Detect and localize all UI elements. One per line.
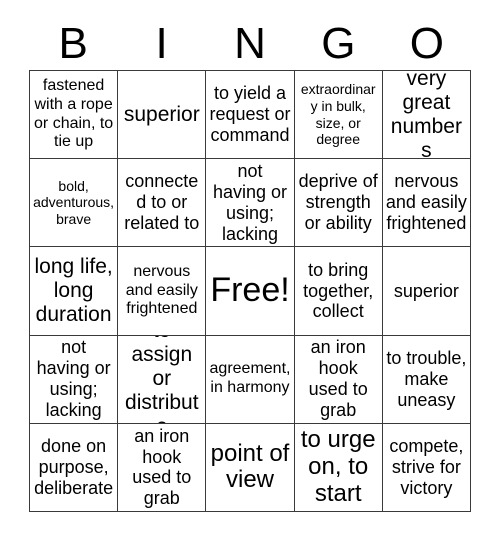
bingo-cell-text: to bring together, collect [303,259,374,322]
bingo-header-letter-b: B [58,19,88,68]
bingo-header-letter-n: N [234,19,266,68]
bingo-cell-g1[interactable]: extraordinary in bulk, size, or degree [294,71,383,160]
bingo-header-letter-i: I [155,19,168,68]
bingo-cell-i2[interactable]: connected to or related to [118,159,207,248]
bingo-cell-text: done on purpose, deliberate [34,436,114,498]
bingo-cell-i4[interactable]: to assign or distribute [118,335,207,424]
bingo-cell-b3[interactable]: long life, long duration [30,247,119,336]
bingo-cell-text: fastened with a rope or chain, to tie up [34,76,114,151]
bingo-cell-text: extraordinary in bulk, size, or degree [300,81,376,148]
bingo-cell-o5[interactable]: compete, strive for victory [382,423,471,512]
bingo-cell-text: nervous and easily frightened [385,171,467,234]
bingo-cell-text: superior [123,102,200,126]
bingo-cell-o4[interactable]: to trouble, make uneasy [382,335,471,424]
bingo-cell-o2[interactable]: nervous and easily frightened [382,159,471,248]
bingo-cell-o3[interactable]: superior [382,247,471,336]
bingo-cell-text: superior [393,280,459,301]
bingo-card: B I N G O fastened with a rope or chain,… [0,0,500,544]
bingo-header-letter-o: O [409,19,444,68]
bingo-cell-text: an iron hook used to grab [308,337,368,421]
bingo-cell-n1[interactable]: to yield a request or command [206,71,295,160]
bingo-cell-i5[interactable]: an iron hook used to grab [118,423,207,512]
bingo-cell-text: long life, long duration [34,255,113,326]
bingo-cell-text: to assign or distribute [125,336,199,423]
bingo-cell-text: not having or using; lacking [36,337,111,421]
bingo-header-letter-g: G [321,19,356,68]
bingo-grid: fastened with a rope or chain, to tie up… [29,70,471,512]
bingo-cell-n4[interactable]: agreement, in harmony [206,335,295,424]
bingo-cell-text: to urge on, to start [300,426,376,507]
bingo-cell-g2[interactable]: deprive of strength or ability [294,159,383,248]
bingo-cell-i1[interactable]: superior [118,71,207,160]
bingo-cell-text: not having or using; lacking [212,161,288,244]
bingo-cell-g5[interactable]: to urge on, to start [294,423,383,512]
bingo-cell-text: nervous and easily frightened [125,262,198,318]
bingo-cell-b5[interactable]: done on purpose, deliberate [30,423,119,512]
bingo-cell-text: agreement, in harmony [209,360,291,397]
bingo-cell-text: compete, strive for victory [389,436,464,498]
bingo-cell-text: an iron hook used to grab [132,425,192,509]
bingo-cell-g4[interactable]: an iron hook used to grab [294,335,383,424]
free-space-label: Free! [210,271,290,310]
bingo-cell-text: to trouble, make uneasy [386,347,467,410]
bingo-cell-n2[interactable]: not having or using; lacking [206,159,295,248]
bingo-cell-text: connected to or related to [124,171,200,234]
bingo-cell-free-space[interactable]: Free! [206,247,295,336]
bingo-cell-text: deprive of strength or ability [298,171,378,234]
bingo-cell-b4[interactable]: not having or using; lacking [30,335,119,424]
bingo-cell-b1[interactable]: fastened with a rope or chain, to tie up [30,71,119,160]
bingo-cell-g3[interactable]: to bring together, collect [294,247,383,336]
bingo-cell-o1[interactable]: very great numbers [382,71,471,160]
bingo-cell-n5[interactable]: point of view [206,423,295,512]
bingo-cell-text: point of view [210,439,290,494]
bingo-cell-text: very great numbers [390,71,462,160]
bingo-cell-b2[interactable]: bold, adventurous, brave [30,159,119,248]
bingo-cell-text: bold, adventurous, brave [33,177,115,228]
bingo-header-row: B I N G O [29,18,471,70]
bingo-cell-text: to yield a request or command [209,83,291,146]
bingo-cell-i3[interactable]: nervous and easily frightened [118,247,207,336]
